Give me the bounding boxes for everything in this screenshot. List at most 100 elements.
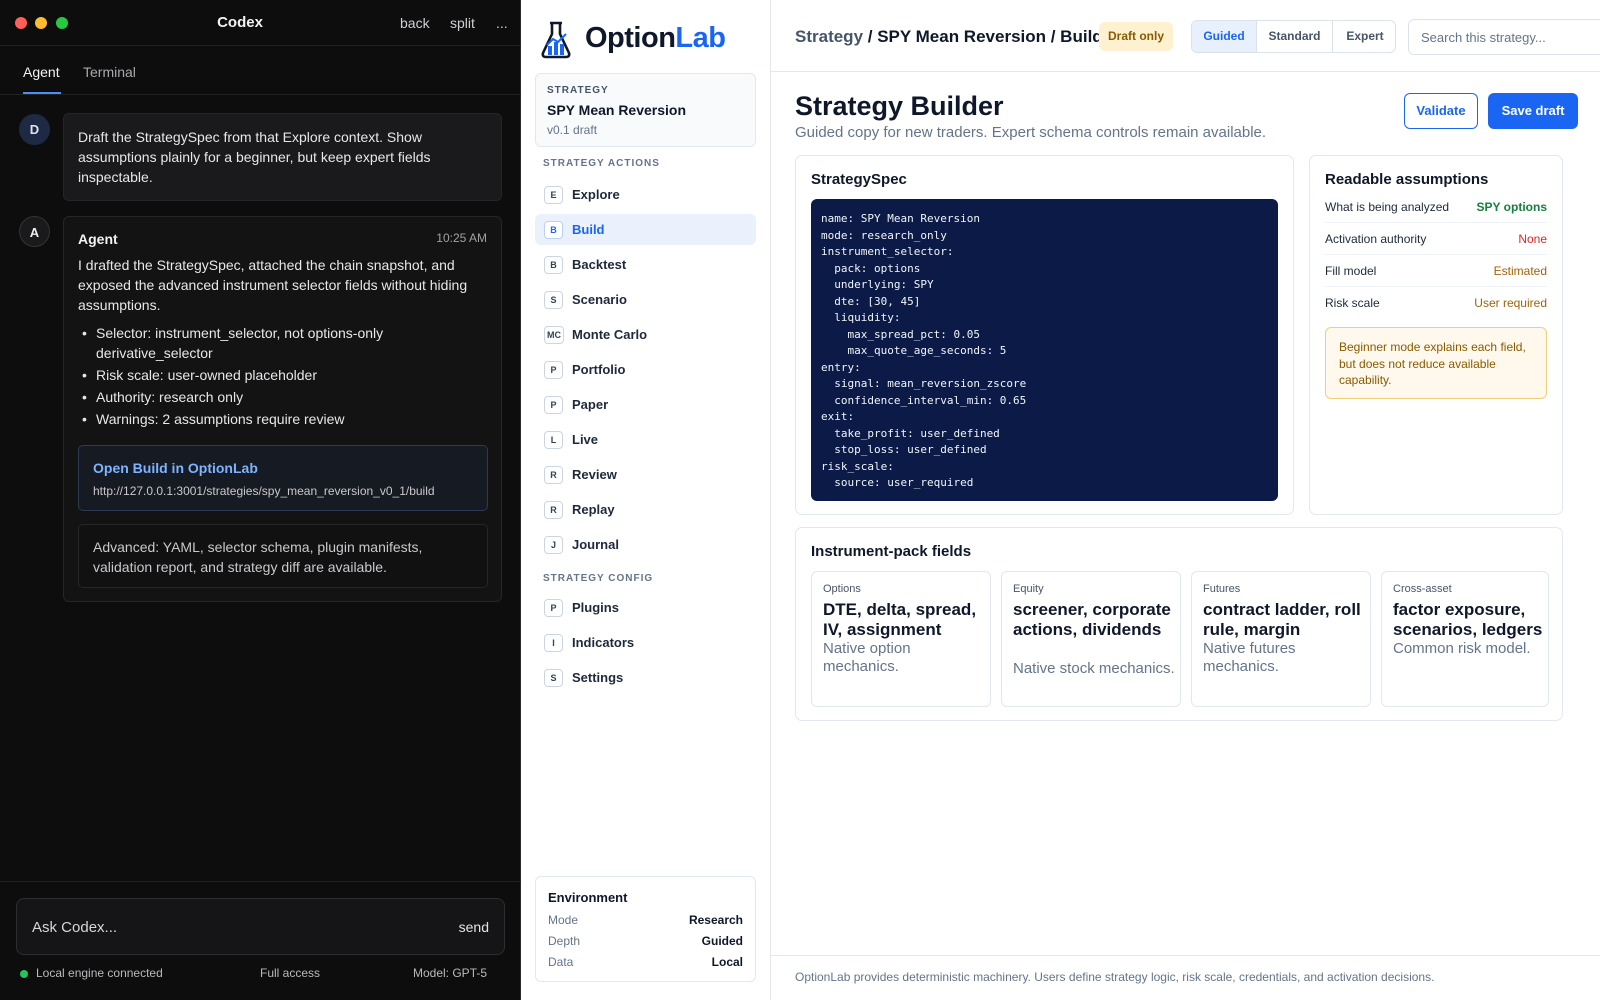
- codex-panel: Codex back split ... Agent Terminal D Dr…: [0, 0, 521, 1000]
- pack-cross-asset[interactable]: Cross-asset factor exposure, scenarios, …: [1381, 571, 1549, 707]
- codex-titlebar: Codex back split ...: [0, 0, 521, 46]
- list-item: Authority: research only: [78, 387, 488, 407]
- pack-description: Common risk model.: [1393, 640, 1531, 657]
- sidebar-item-backtest[interactable]: B Backtest: [535, 249, 756, 280]
- agent-intro-text: I drafted the StrategySpec, attached the…: [78, 257, 468, 313]
- draft-only-badge: Draft only: [1099, 22, 1174, 51]
- open-build-link[interactable]: Open Build in OptionLab: [93, 460, 258, 476]
- nav-label: Plugins: [572, 600, 619, 615]
- nav-badge: R: [544, 466, 563, 484]
- footer-disclaimer: OptionLab provides deterministic machine…: [795, 970, 1435, 984]
- spec-title: StrategySpec: [811, 171, 907, 188]
- connection-status-icon: [20, 970, 28, 978]
- agent-name: Agent: [78, 231, 118, 247]
- strategy-spec-yaml[interactable]: name: SPY Mean Reversion mode: research_…: [811, 199, 1278, 501]
- user-message: Draft the StrategySpec from that Explore…: [63, 113, 502, 201]
- sidebar-item-explore[interactable]: E Explore: [535, 179, 756, 210]
- pack-options[interactable]: Options DTE, delta, spread, IV, assignme…: [811, 571, 991, 707]
- breadcrumb-path: / SPY Mean Reversion / Build: [863, 27, 1103, 46]
- flask-chart-logo-icon: [541, 21, 571, 59]
- nav-label: Live: [572, 432, 599, 447]
- sidebar-item-live[interactable]: L Live: [535, 424, 756, 455]
- pack-description: Native stock mechanics.: [1013, 660, 1175, 677]
- assumption-value: None: [1518, 232, 1547, 246]
- mode-expert-button[interactable]: Expert: [1332, 21, 1395, 52]
- validate-button[interactable]: Validate: [1404, 93, 1478, 129]
- env-key-data: Data: [548, 955, 574, 969]
- nav-label: Replay: [572, 502, 615, 517]
- pack-label: Options: [823, 583, 861, 595]
- more-button[interactable]: ...: [496, 15, 508, 31]
- save-draft-button[interactable]: Save draft: [1488, 93, 1578, 129]
- pack-label: Cross-asset: [1393, 583, 1452, 595]
- nav-badge: B: [544, 221, 563, 239]
- assumption-row: Activation authority None: [1325, 223, 1547, 255]
- nav-badge: P: [544, 361, 563, 379]
- sidebar-item-indicators[interactable]: I Indicators: [535, 627, 756, 658]
- env-key-mode: Mode: [548, 913, 579, 927]
- agent-message: Agent 10:25 AM I drafted the StrategySpe…: [63, 216, 502, 602]
- search-placeholder: Search this strategy...: [1421, 30, 1546, 45]
- pack-equity[interactable]: Equity screener, corporate actions, divi…: [1001, 571, 1181, 707]
- mode-standard-button[interactable]: Standard: [1256, 21, 1332, 52]
- list-item: Risk scale: user-owned placeholder: [78, 365, 488, 385]
- sidebar-item-build[interactable]: B Build: [535, 214, 756, 245]
- assumptions-card: Readable assumptions What is being analy…: [1309, 155, 1563, 515]
- pack-title: DTE, delta, spread, IV, assignment: [823, 600, 977, 639]
- model-selector[interactable]: Model: GPT-5: [413, 966, 487, 980]
- ask-codex-placeholder: Ask Codex...: [32, 919, 118, 936]
- agent-timestamp: 10:25 AM: [436, 231, 487, 245]
- user-avatar: D: [19, 114, 50, 145]
- mode-guided-button[interactable]: Guided: [1192, 21, 1256, 52]
- assumption-row: Fill model Estimated: [1325, 255, 1547, 287]
- split-button[interactable]: split: [450, 15, 475, 31]
- sidebar-item-monte-carlo[interactable]: MC Monte Carlo: [535, 319, 756, 350]
- assumption-value: Estimated: [1493, 264, 1547, 278]
- current-strategy-card[interactable]: STRATEGY SPY Mean Reversion v0.1 draft: [535, 73, 756, 147]
- pack-futures[interactable]: Futures contract ladder, roll rule, marg…: [1191, 571, 1371, 707]
- sidebar-item-journal[interactable]: J Journal: [535, 529, 756, 560]
- nav-label: Backtest: [572, 257, 627, 272]
- optionlab-logo: OptionLab: [585, 22, 726, 54]
- list-item: Selector: instrument_selector, not optio…: [78, 323, 488, 363]
- build-url[interactable]: http://127.0.0.1:3001/strategies/spy_mea…: [93, 484, 435, 498]
- sidebar-item-review[interactable]: R Review: [535, 459, 756, 490]
- nav-badge: S: [544, 291, 563, 309]
- assumption-key: Activation authority: [1325, 232, 1427, 246]
- access-level[interactable]: Full access: [260, 966, 320, 980]
- nav-label: Portfolio: [572, 362, 626, 377]
- send-button[interactable]: send: [459, 919, 489, 935]
- sidebar-item-plugins[interactable]: P Plugins: [535, 592, 756, 623]
- pack-title: factor exposure, scenarios, ledgers: [1393, 600, 1543, 639]
- nav-badge: B: [544, 256, 563, 274]
- nav-label: Build: [572, 222, 605, 237]
- breadcrumb-root[interactable]: Strategy: [795, 27, 863, 46]
- nav-badge: MC: [544, 326, 564, 344]
- page-title: Strategy Builder: [795, 91, 1004, 121]
- instrument-pack-fields-card: Instrument-pack fields Options DTE, delt…: [795, 527, 1563, 721]
- sidebar-item-settings[interactable]: S Settings: [535, 662, 756, 693]
- main-area: Strategy / SPY Mean Reversion / Build Dr…: [771, 0, 1600, 1000]
- page-subtitle: Guided copy for new traders. Expert sche…: [795, 124, 1267, 141]
- assumptions-title: Readable assumptions: [1325, 171, 1489, 188]
- sidebar-item-replay[interactable]: R Replay: [535, 494, 756, 525]
- open-build-link-card[interactable]: Open Build in OptionLab http://127.0.0.1…: [78, 445, 488, 511]
- nav-label: Review: [572, 467, 617, 482]
- advanced-note: Advanced: YAML, selector schema, plugin …: [78, 524, 488, 588]
- engine-status: Local engine connected: [36, 966, 163, 980]
- sidebar-item-scenario[interactable]: S Scenario: [535, 284, 756, 315]
- assumption-value: SPY options: [1476, 200, 1547, 214]
- back-button[interactable]: back: [400, 15, 430, 31]
- footer: OptionLab provides deterministic machine…: [771, 955, 1600, 1000]
- assumption-row: What is being analyzed SPY options: [1325, 191, 1547, 223]
- nav-badge: P: [544, 396, 563, 414]
- search-input[interactable]: Search this strategy...: [1408, 19, 1600, 55]
- nav-label: Scenario: [572, 292, 627, 307]
- ask-codex-input[interactable]: Ask Codex... send: [16, 898, 505, 955]
- tab-terminal[interactable]: Terminal: [83, 64, 136, 80]
- tab-agent[interactable]: Agent: [23, 64, 60, 80]
- sidebar-item-paper[interactable]: P Paper: [535, 389, 756, 420]
- sidebar-item-portfolio[interactable]: P Portfolio: [535, 354, 756, 385]
- agent-bullet-list: Selector: instrument_selector, not optio…: [78, 323, 488, 431]
- nav-badge: L: [544, 431, 563, 449]
